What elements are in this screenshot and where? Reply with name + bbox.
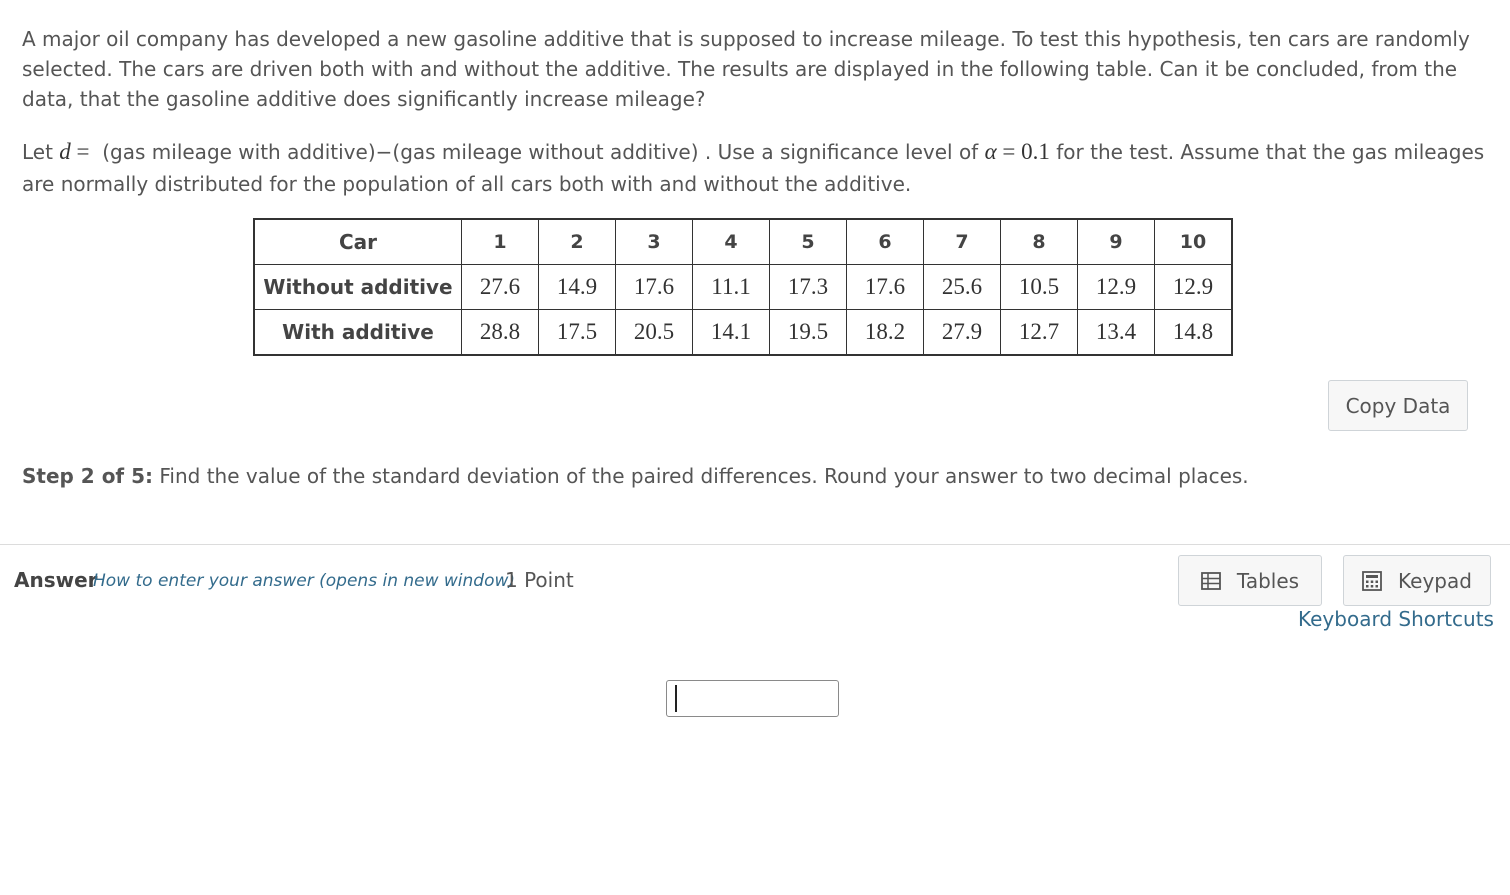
table-header-car: Car: [253, 218, 462, 265]
table-cell: 17.3: [769, 264, 847, 310]
car-number: 8: [1000, 218, 1078, 265]
table-cell: 12.7: [1000, 309, 1078, 356]
table-cell: 13.4: [1077, 309, 1155, 356]
step-label: Step 2 of 5:: [22, 464, 154, 488]
car-number: 4: [692, 218, 770, 265]
text-caret: [675, 685, 677, 712]
table-cell: 17.5: [538, 309, 616, 356]
table-cell: 17.6: [615, 264, 693, 310]
math-equals: =: [76, 139, 90, 164]
table-cell: 19.5: [769, 309, 847, 356]
car-number: 5: [769, 218, 847, 265]
significance-text: . Use a significance level of: [704, 140, 979, 164]
difference-definition: (gas mileage with additive)−(gas mileage…: [102, 140, 699, 164]
table-icon: [1201, 571, 1221, 590]
keypad-button[interactable]: Keypad: [1343, 555, 1491, 606]
table-cell: 20.5: [615, 309, 693, 356]
var-d: d: [59, 139, 71, 164]
table-cell: 28.8: [461, 309, 539, 356]
table-cell: 14.9: [538, 264, 616, 310]
table-row-with: With additive 28.8 17.5 20.5 14.1 19.5 1…: [253, 309, 1233, 356]
table-cell: 25.6: [923, 264, 1001, 310]
table-cell: 27.6: [461, 264, 539, 310]
row-label-with: With additive: [253, 309, 462, 356]
problem-statement: A major oil company has developed a new …: [22, 27, 1470, 111]
car-number: 6: [846, 218, 924, 265]
car-number: 7: [923, 218, 1001, 265]
table-cell: 27.9: [923, 309, 1001, 356]
variable-definition: Let d = (gas mileage with additive)−(gas…: [22, 136, 1487, 200]
step-instruction: Step 2 of 5: Find the value of the stand…: [22, 461, 1249, 491]
table-cell: 18.2: [846, 309, 924, 356]
copy-data-button[interactable]: Copy Data: [1328, 380, 1468, 431]
table-header-row: Car 1 2 3 4 5 6 7 8 9 10: [253, 218, 1233, 265]
calculator-icon: [1362, 570, 1382, 591]
car-number: 2: [538, 218, 616, 265]
table-cell: 14.8: [1154, 309, 1233, 356]
keypad-label: Keypad: [1398, 568, 1472, 593]
table-row-without: Without additive 27.6 14.9 17.6 11.1 17.…: [253, 264, 1233, 310]
tables-label: Tables: [1236, 568, 1300, 593]
mileage-table: Car 1 2 3 4 5 6 7 8 9 10 Without additiv…: [253, 218, 1233, 356]
car-number: 9: [1077, 218, 1155, 265]
table-cell: 17.6: [846, 264, 924, 310]
how-to-enter-link[interactable]: How to enter your answer (opens in new w…: [93, 571, 515, 591]
table-cell: 12.9: [1077, 264, 1155, 310]
math-alpha: α = 0.1: [984, 139, 1050, 164]
row-label-without: Without additive: [253, 264, 462, 310]
car-number: 3: [615, 218, 693, 265]
alpha-value: 0.1: [1021, 139, 1050, 164]
table-cell: 11.1: [692, 264, 770, 310]
section-divider: [0, 544, 1510, 545]
car-number: 1: [461, 218, 539, 265]
keyboard-shortcuts-link[interactable]: Keyboard Shortcuts: [1298, 607, 1494, 631]
answer-input[interactable]: [666, 680, 839, 717]
points-label: 1 Point: [505, 568, 574, 592]
car-number: 10: [1154, 218, 1233, 265]
math-d: d =: [59, 139, 89, 164]
tables-button[interactable]: Tables: [1178, 555, 1322, 606]
answer-label: Answer: [14, 568, 98, 592]
let-prefix: Let: [22, 140, 53, 164]
step-text: Find the value of the standard deviation…: [159, 464, 1249, 488]
table-cell: 10.5: [1000, 264, 1078, 310]
table-cell: 14.1: [692, 309, 770, 356]
table-cell: 12.9: [1154, 264, 1233, 310]
alpha-symbol: α: [984, 139, 997, 164]
